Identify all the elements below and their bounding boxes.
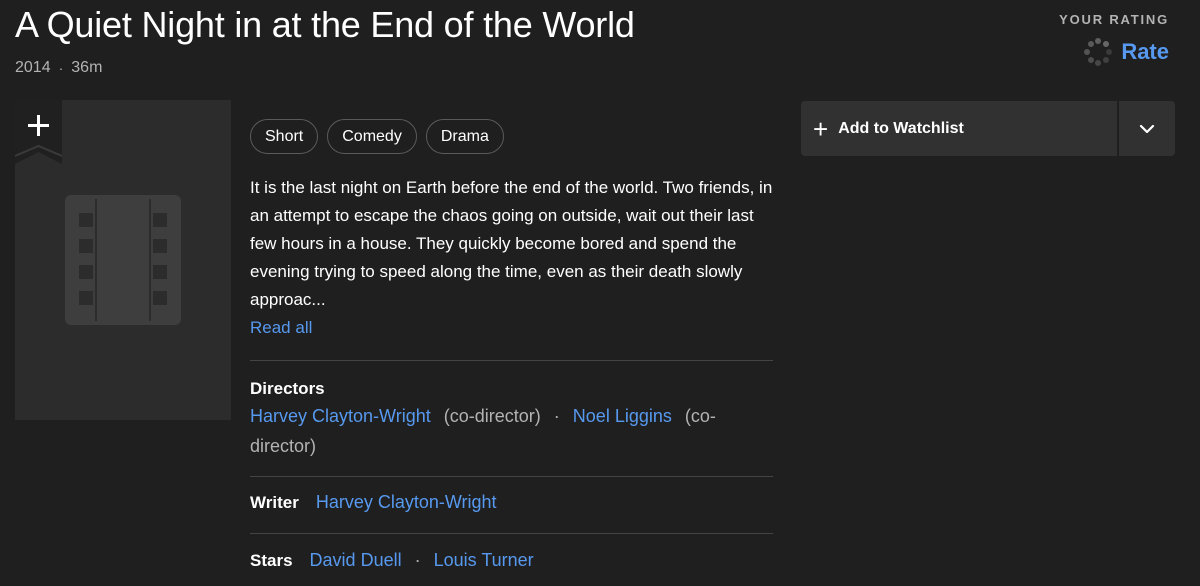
genre-chips: Short Comedy Drama: [250, 119, 504, 154]
spinner-dot: [1103, 56, 1110, 63]
spinner-dot: [1087, 56, 1094, 63]
release-year[interactable]: 2014: [15, 59, 51, 77]
read-all-link[interactable]: Read all: [250, 314, 312, 342]
divider: [250, 476, 773, 477]
film-strip-icon: [65, 195, 181, 325]
divider: [250, 533, 773, 534]
plus-icon: +: [813, 113, 829, 144]
chevron-down-icon: [1139, 124, 1155, 133]
spinner-dot: [1106, 49, 1113, 55]
watchlist-dropdown-button[interactable]: [1119, 101, 1175, 156]
meta-separator: ·: [58, 60, 64, 76]
stars-credit: Stars David Duell · Louis Turner: [250, 550, 534, 571]
genre-chip-short[interactable]: Short: [250, 119, 319, 154]
your-rating-label: YOUR RATING: [1059, 12, 1169, 27]
directors-credit: Directors Harvey Clayton-Wright (co-dire…: [250, 377, 775, 461]
spinner-dot: [1095, 60, 1102, 66]
spinner-dot: [1087, 41, 1094, 48]
spinner-dot: [1103, 41, 1110, 48]
writer-credit: Writer Harvey Clayton-Wright: [250, 492, 497, 513]
poster-placeholder[interactable]: [15, 100, 231, 420]
star-link[interactable]: Louis Turner: [434, 550, 534, 570]
genre-chip-comedy[interactable]: Comedy: [327, 119, 417, 154]
directors-values: Harvey Clayton-Wright (co-director) · No…: [250, 401, 775, 461]
stars-label: Stars: [250, 551, 293, 570]
page-title: A Quiet Night in at the End of the World: [15, 4, 635, 45]
title-meta: 2014 · 36m: [15, 59, 102, 77]
add-to-watchlist-button[interactable]: + Add to Watchlist: [801, 101, 1117, 156]
runtime: 36m: [71, 59, 103, 76]
writer-link[interactable]: Harvey Clayton-Wright: [316, 492, 497, 512]
your-rating: YOUR RATING Rate: [1059, 12, 1169, 72]
add-to-watchlist-label: Add to Watchlist: [838, 119, 964, 137]
rate-label: Rate: [1121, 39, 1169, 64]
spinner-dot: [1084, 49, 1091, 55]
director-link[interactable]: Noel Liggins: [573, 406, 672, 426]
credit-separator: ·: [414, 550, 421, 570]
genre-chip-drama[interactable]: Drama: [425, 119, 504, 154]
credit-separator: ·: [553, 406, 560, 426]
directors-label: Directors: [250, 379, 325, 398]
add-to-watchlist-ribbon[interactable]: [15, 100, 62, 164]
writer-label: Writer: [250, 493, 299, 512]
director-role: (co-director): [443, 406, 541, 426]
divider: [250, 360, 773, 361]
watchlist-control: + Add to Watchlist: [801, 101, 1175, 156]
plot-text: It is the last night on Earth before the…: [250, 178, 773, 309]
spinner-dot: [1095, 38, 1102, 44]
plot-summary: It is the last night on Earth before the…: [250, 174, 775, 342]
star-link[interactable]: David Duell: [310, 550, 402, 570]
title-page: A Quiet Night in at the End of the World…: [0, 0, 1200, 586]
rate-button[interactable]: Rate: [1083, 37, 1169, 67]
director-link[interactable]: Harvey Clayton-Wright: [250, 406, 431, 426]
ribbon-plus-icon: [15, 100, 62, 164]
loading-spinner-icon: [1083, 37, 1113, 67]
